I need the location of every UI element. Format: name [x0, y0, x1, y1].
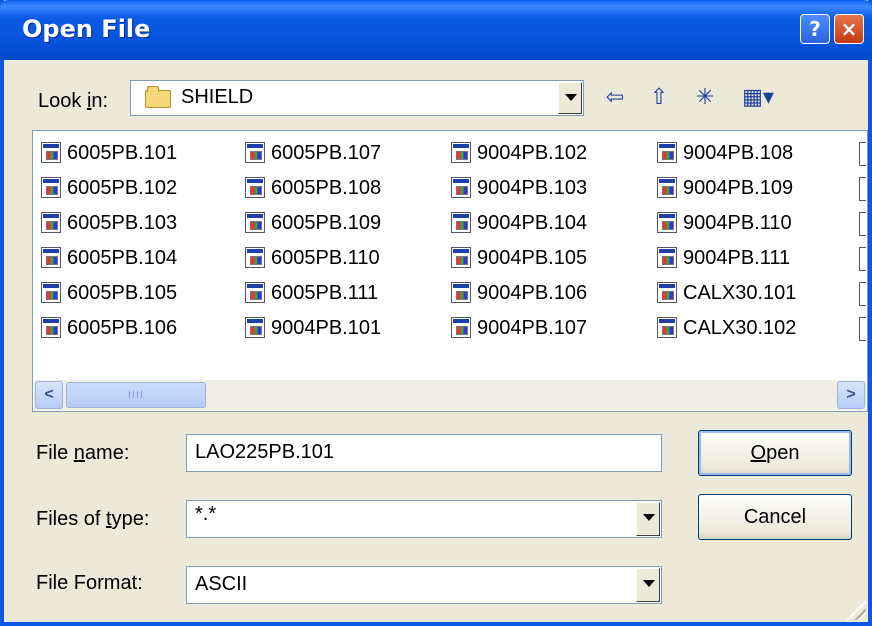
file-icon — [41, 282, 61, 303]
file-name-text: 9004PB.107 — [477, 317, 588, 339]
file-name-text: 9004PB.102 — [477, 142, 588, 164]
look-in-value: SHIELD — [181, 86, 254, 108]
new-folder-icon[interactable]: ✳ — [690, 82, 720, 112]
file-name-text: 6005PB.105 — [67, 282, 178, 304]
cancel-button[interactable]: Cancel — [698, 494, 852, 540]
file-icon — [41, 247, 61, 268]
look-in-label-text: Look — [38, 90, 87, 112]
file-icon — [657, 282, 677, 303]
file-format-value: ASCII — [195, 573, 248, 595]
file-name-text: 6005PB.110 — [271, 247, 380, 269]
file-name-text: 9004PB.109 — [683, 177, 794, 199]
file-type-value: *.* — [195, 503, 217, 525]
file-icon — [451, 282, 471, 303]
file-name-text: 6005PB.101 — [67, 142, 178, 164]
file-type-dropdown-arrow[interactable] — [636, 502, 660, 536]
file-name-text: 6005PB.103 — [67, 212, 178, 234]
file-icon — [245, 317, 265, 338]
dialog-title: Open File — [22, 15, 151, 43]
horizontal-scrollbar[interactable]: < IIII > — [34, 380, 866, 410]
file-icon — [41, 177, 61, 198]
look-in-label: Look in: — [38, 90, 108, 113]
file-name-text: 9004PB.103 — [477, 177, 588, 199]
file-name-text: 6005PB.102 — [67, 177, 178, 199]
file-list-item-clipped[interactable] — [859, 282, 866, 306]
file-list-item-clipped[interactable] — [859, 212, 866, 236]
file-name-value: LAO225PB.101 — [195, 441, 334, 463]
file-icon — [245, 247, 265, 268]
file-name-accel: n — [73, 442, 85, 464]
open-button-label: pen — [766, 442, 800, 464]
look-in-combo[interactable]: SHIELD — [130, 80, 584, 116]
file-name-label-text: File — [36, 442, 74, 464]
open-file-dialog: Open File ? × Look in: SHIELD ⇦ ⇧ ✳ ▦▾ 6… — [0, 0, 872, 626]
scroll-left-icon[interactable]: < — [35, 381, 63, 409]
back-arrow-icon[interactable]: ⇦ — [600, 82, 630, 112]
open-button-accel: O — [750, 442, 767, 464]
file-icon — [245, 177, 265, 198]
file-name-text: 6005PB.106 — [67, 317, 178, 339]
view-menu-icon[interactable]: ▦▾ — [738, 82, 778, 112]
file-list-item-clipped[interactable] — [859, 317, 866, 341]
file-icon — [245, 282, 265, 303]
close-button[interactable]: × — [834, 14, 864, 44]
file-icon — [41, 317, 61, 338]
file-list-item-clipped[interactable] — [859, 142, 866, 166]
file-name-text: 9004PB.110 — [683, 212, 792, 234]
file-name-text: 6005PB.111 — [271, 282, 379, 304]
help-icon: ? — [809, 17, 821, 41]
look-in-label-text-2: n: — [91, 90, 109, 112]
close-icon: × — [840, 17, 858, 41]
file-format-label: File Format: — [36, 572, 143, 594]
file-list-item-clipped[interactable] — [859, 177, 866, 201]
file-icon — [245, 212, 265, 233]
file-icon — [657, 177, 677, 198]
file-list[interactable]: 6005PB.101 6005PB.102 6005PB.103 6005PB.104… — [32, 130, 868, 412]
scroll-right-icon[interactable]: > — [837, 381, 865, 409]
look-in-dropdown-arrow[interactable] — [558, 82, 582, 114]
file-icon — [245, 142, 265, 163]
file-icon — [657, 247, 677, 268]
files-of-type-select[interactable]: *.* — [186, 500, 662, 538]
file-list-item-clipped[interactable] — [859, 247, 866, 271]
file-name-text: 9004PB.111 — [683, 247, 791, 269]
file-name-label-text-2: ame: — [84, 442, 130, 464]
file-icon — [657, 317, 677, 338]
file-name-text: CALX30.102 — [683, 317, 797, 339]
scrollbar-thumb[interactable]: IIII — [66, 382, 206, 408]
help-button[interactable]: ? — [800, 14, 830, 44]
file-icon — [451, 177, 471, 198]
file-name-text: 6005PB.104 — [67, 247, 178, 269]
file-icon — [657, 142, 677, 163]
file-icon — [451, 317, 471, 338]
file-name-text: 6005PB.108 — [271, 177, 382, 199]
file-format-dropdown-arrow[interactable] — [636, 568, 660, 602]
file-icon — [451, 247, 471, 268]
file-icon — [451, 142, 471, 163]
files-of-type-label: Files of type: — [36, 508, 149, 531]
file-name-text: 9004PB.106 — [477, 282, 588, 304]
file-icon — [41, 142, 61, 163]
file-type-label-text-2: ype: — [111, 508, 150, 530]
file-icon — [41, 212, 61, 233]
file-name-text: 9004PB.105 — [477, 247, 588, 269]
up-folder-icon[interactable]: ⇧ — [644, 82, 674, 112]
file-name-text: 6005PB.107 — [271, 142, 382, 164]
file-name-text: 9004PB.108 — [683, 142, 794, 164]
file-icon — [451, 212, 471, 233]
file-name-input[interactable]: LAO225PB.101 — [186, 434, 662, 472]
file-name-text: 6005PB.109 — [271, 212, 382, 234]
file-name-text: 9004PB.101 — [271, 317, 382, 339]
folder-icon — [145, 86, 171, 108]
open-button[interactable]: Open — [698, 430, 852, 476]
file-icon — [657, 212, 677, 233]
resize-grip-icon[interactable] — [846, 600, 866, 620]
file-name-text: 9004PB.104 — [477, 212, 588, 234]
file-type-label-text: Files of — [36, 508, 107, 530]
file-name-label: File name: — [36, 442, 129, 465]
title-bar[interactable]: Open File ? × — [0, 0, 872, 60]
file-name-text: CALX30.101 — [683, 282, 797, 304]
file-format-select[interactable]: ASCII — [186, 566, 662, 604]
